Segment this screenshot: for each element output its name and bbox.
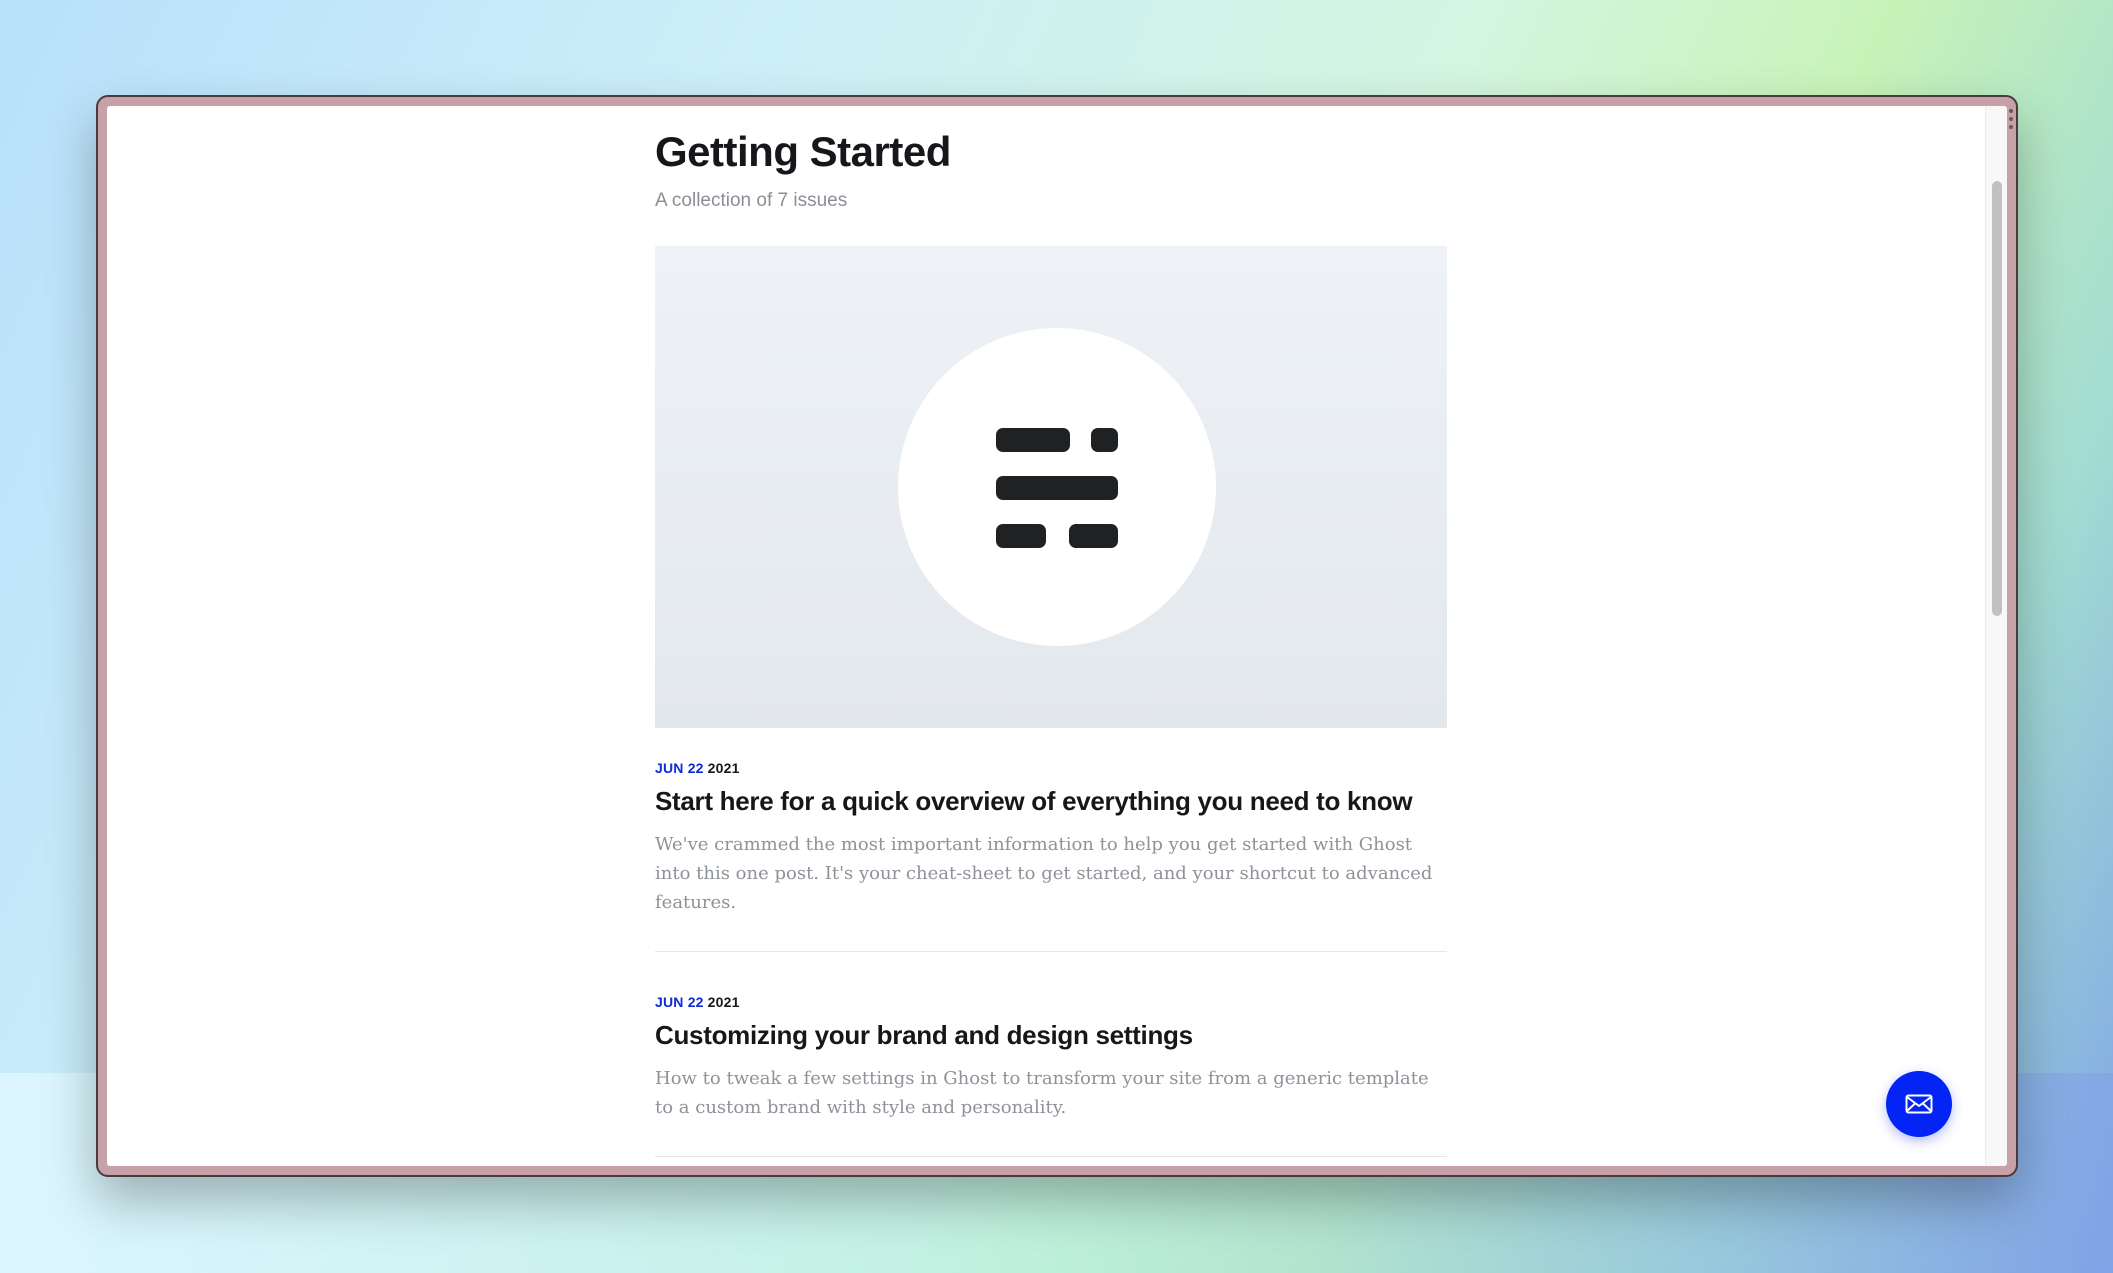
post-card[interactable]: JUN 22 2021 Start here for a quick overvi… bbox=[655, 728, 1447, 952]
post-date-month-day: JUN 22 bbox=[655, 760, 704, 776]
page-subtitle: A collection of 7 issues bbox=[655, 190, 848, 211]
main-content: Getting Started A collection of 7 issues… bbox=[655, 106, 1447, 1157]
subscribe-button[interactable] bbox=[1886, 1071, 1952, 1137]
ghost-logo-icon bbox=[898, 328, 1216, 646]
post-date: JUN 22 2021 bbox=[655, 994, 1447, 1010]
window-menu-icon[interactable] bbox=[2008, 109, 2014, 129]
mail-icon bbox=[1905, 1094, 1933, 1114]
scrollbar-thumb[interactable] bbox=[1992, 181, 2002, 616]
post-title-link[interactable]: Customizing your brand and design settin… bbox=[655, 1020, 1447, 1051]
page-title: Getting Started bbox=[655, 128, 951, 175]
vertical-scrollbar[interactable] bbox=[1985, 106, 2007, 1166]
post-date: JUN 22 2021 bbox=[655, 760, 1447, 776]
post-date-year: 2021 bbox=[707, 760, 740, 776]
post-card[interactable]: JUN 22 2021 Customizing your brand and de… bbox=[655, 952, 1447, 1157]
post-date-year: 2021 bbox=[707, 994, 740, 1010]
browser-window: Getting Started A collection of 7 issues… bbox=[96, 95, 2018, 1177]
post-title-link[interactable]: Start here for a quick overview of every… bbox=[655, 786, 1447, 817]
post-date-month-day: JUN 22 bbox=[655, 994, 704, 1010]
page-viewport: Getting Started A collection of 7 issues… bbox=[107, 106, 2007, 1166]
feature-image[interactable] bbox=[655, 246, 1447, 728]
post-excerpt: How to tweak a few settings in Ghost to … bbox=[655, 1068, 1429, 1118]
post-excerpt: We've crammed the most important informa… bbox=[655, 834, 1433, 913]
